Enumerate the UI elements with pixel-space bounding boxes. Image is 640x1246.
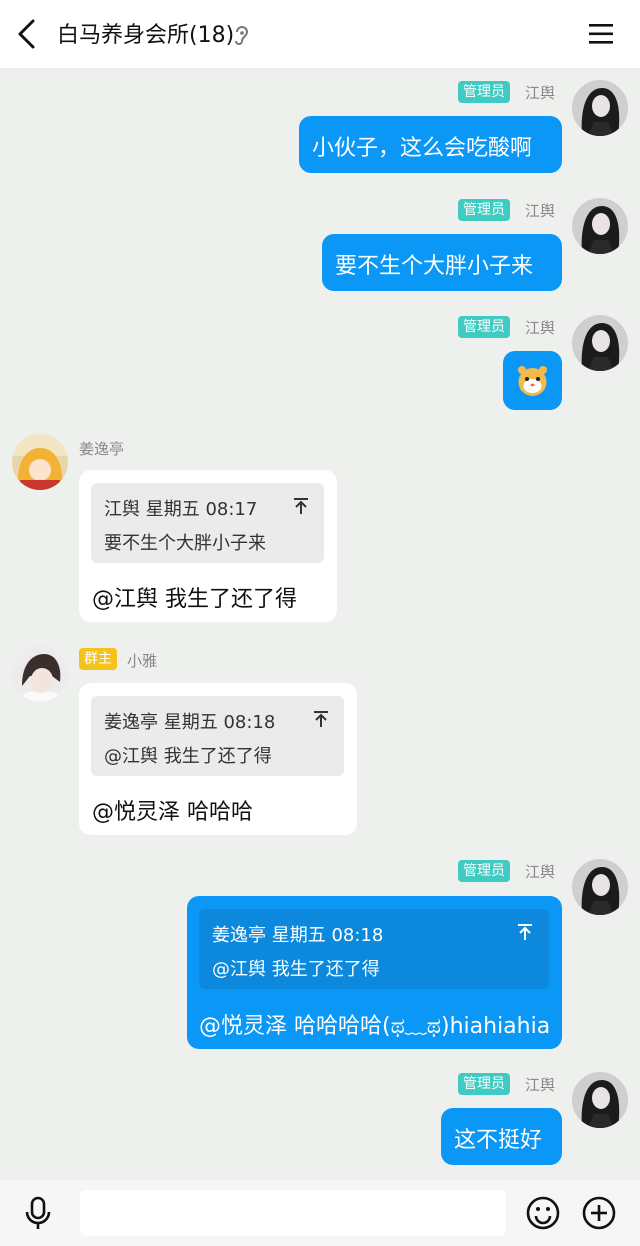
quote-header: 姜逸亭 星期五 08:18 — [104, 712, 276, 733]
input-bar — [0, 1180, 640, 1246]
avatar[interactable] — [572, 315, 628, 371]
message-text: 小伙子，这么会吃酸啊 — [312, 136, 533, 161]
message-out: 管理员 江舆 姜逸亭 星期五 08:18 @江舆 我生了还了得 @悦灵泽 哈哈哈… — [0, 852, 640, 1057]
quote-text: 要不生个大胖小子来 — [104, 533, 266, 554]
chat-title[interactable]: 白马养身会所(18) — [57, 17, 234, 49]
quote-text: @江舆 我生了还了得 — [104, 746, 272, 767]
quoted-message[interactable]: 江舆 星期五 08:17 要不生个大胖小子来 — [91, 483, 324, 563]
hamster-emoji-icon — [518, 366, 547, 396]
avatar[interactable] — [572, 1072, 628, 1128]
up-arrow-icon[interactable] — [312, 710, 330, 728]
message-text: @悦灵泽 哈哈哈哈(ಥ﹏ಥ)hiahiahia — [199, 1014, 551, 1039]
plus-icon[interactable] — [582, 1196, 616, 1230]
role-tag-admin: 管理员 — [458, 860, 510, 882]
microphone-icon[interactable] — [24, 1196, 52, 1230]
message-bubble[interactable]: 这不挺好 — [441, 1108, 562, 1165]
message-bubble[interactable]: 江舆 星期五 08:17 要不生个大胖小子来 @江舆 我生了还了得 — [79, 470, 337, 622]
message-in: 群主 小雅 姜逸亭 星期五 08:18 @江舆 我生了还了得 @悦灵泽 哈哈哈 — [0, 640, 640, 840]
sender-name: 江舆 — [525, 319, 556, 337]
avatar[interactable] — [572, 198, 628, 254]
up-arrow-icon[interactable] — [292, 497, 310, 515]
role-tag-admin: 管理员 — [458, 316, 510, 338]
avatar[interactable] — [12, 434, 68, 490]
message-text: 要不生个大胖小子来 — [335, 254, 534, 279]
menu-icon[interactable] — [588, 22, 614, 46]
sender-name: 江舆 — [525, 84, 556, 102]
role-tag-owner: 群主 — [79, 648, 117, 670]
message-out: 管理员 江舆 这不挺好 — [0, 1065, 640, 1175]
message-bubble[interactable]: 小伙子，这么会吃酸啊 — [299, 116, 562, 173]
avatar[interactable] — [572, 859, 628, 915]
sender-name: 江舆 — [525, 202, 556, 220]
message-bubble[interactable]: 要不生个大胖小子来 — [322, 234, 562, 291]
message-text: 这不挺好 — [454, 1128, 543, 1153]
quote-header: 江舆 星期五 08:17 — [104, 499, 258, 520]
emoji-icon[interactable] — [526, 1196, 560, 1230]
message-input[interactable] — [80, 1190, 506, 1236]
message-out: 管理员 江舆 — [0, 303, 640, 413]
role-tag-admin: 管理员 — [458, 1073, 510, 1095]
message-in: 姜逸亭 江舆 星期五 08:17 要不生个大胖小子来 @江舆 我生了还了得 — [0, 428, 640, 628]
sender-name: 江舆 — [525, 1076, 556, 1094]
message-bubble[interactable]: 姜逸亭 星期五 08:18 @江舆 我生了还了得 @悦灵泽 哈哈哈哈(ಥ﹏ಥ)h… — [187, 896, 562, 1049]
quoted-message[interactable]: 姜逸亭 星期五 08:18 @江舆 我生了还了得 — [199, 909, 549, 989]
message-text: @江舆 我生了还了得 — [92, 587, 297, 612]
avatar[interactable] — [572, 80, 628, 136]
role-tag-admin: 管理员 — [458, 199, 510, 221]
message-text: @悦灵泽 哈哈哈 — [92, 800, 253, 825]
up-arrow-icon[interactable] — [516, 923, 534, 941]
sender-name: 江舆 — [525, 863, 556, 881]
sender-name: 姜逸亭 — [79, 440, 125, 458]
message-out: 管理员 江舆 小伙子，这么会吃酸啊 — [0, 68, 640, 178]
avatar[interactable] — [12, 646, 68, 702]
message-bubble[interactable] — [503, 351, 562, 410]
back-arrow-icon[interactable] — [14, 18, 40, 50]
message-out: 管理员 江舆 要不生个大胖小子来 — [0, 186, 640, 296]
ear-icon[interactable] — [232, 24, 252, 46]
message-bubble[interactable]: 姜逸亭 星期五 08:18 @江舆 我生了还了得 @悦灵泽 哈哈哈 — [79, 683, 357, 835]
role-tag-admin: 管理员 — [458, 81, 510, 103]
chat-header: 白马养身会所(18) — [0, 0, 640, 68]
quoted-message[interactable]: 姜逸亭 星期五 08:18 @江舆 我生了还了得 — [91, 696, 344, 776]
quote-header: 姜逸亭 星期五 08:18 — [212, 925, 384, 946]
sender-name: 小雅 — [127, 652, 158, 670]
quote-text: @江舆 我生了还了得 — [212, 959, 380, 980]
